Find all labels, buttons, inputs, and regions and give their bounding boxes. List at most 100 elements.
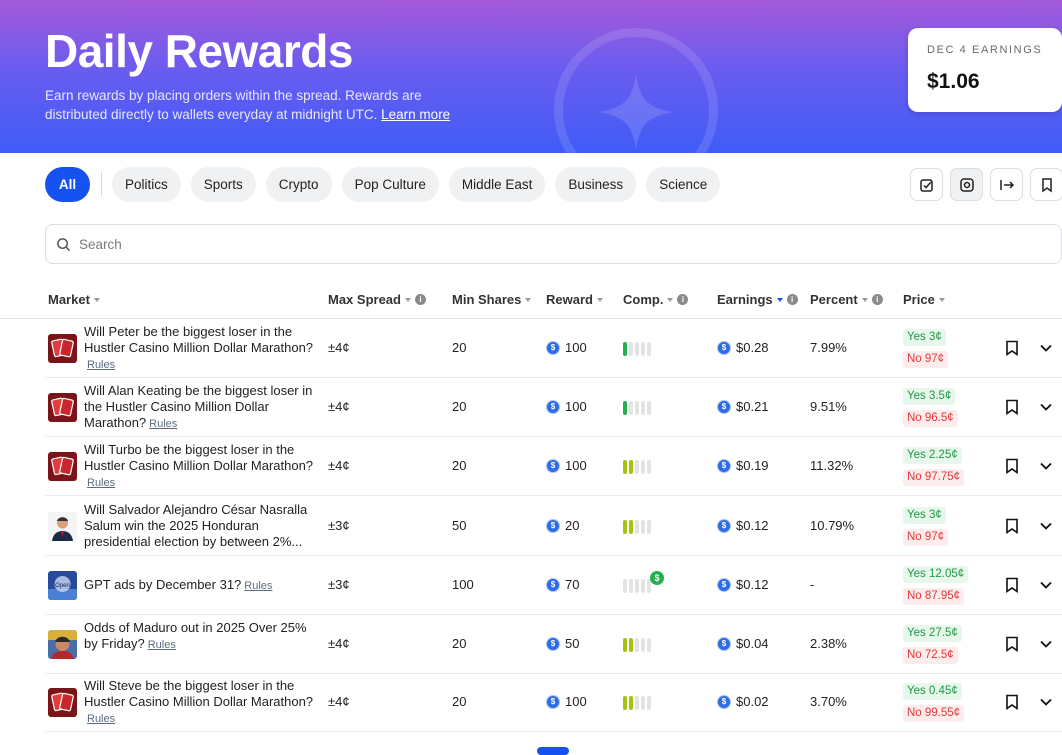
competition-bar bbox=[629, 638, 633, 652]
market-name[interactable]: Will Peter be the biggest loser in the H… bbox=[84, 324, 322, 373]
market-thumbnail[interactable] bbox=[48, 630, 77, 659]
market-name[interactable]: Will Salvador Alejandro César Nasralla S… bbox=[84, 502, 322, 551]
buy-no-button[interactable]: No 97¢ bbox=[903, 351, 949, 368]
rules-link[interactable]: Rules bbox=[149, 418, 177, 430]
rules-link[interactable]: Rules bbox=[87, 477, 115, 489]
buy-no-button[interactable]: No 99.55¢ bbox=[903, 705, 965, 722]
filter-science[interactable]: Science bbox=[646, 166, 721, 202]
market-thumbnail[interactable] bbox=[48, 512, 77, 541]
bookmark-icon[interactable] bbox=[1005, 399, 1019, 415]
market-title[interactable]: Odds of Maduro out in 2025 Over 25% by F… bbox=[84, 620, 307, 651]
filter-all[interactable]: All bbox=[45, 166, 90, 202]
chevron-down-icon[interactable] bbox=[1039, 696, 1053, 708]
bookmark-icon[interactable] bbox=[1005, 340, 1019, 356]
buy-no-button[interactable]: No 96.5¢ bbox=[903, 410, 958, 427]
col-reward-label: Reward bbox=[546, 292, 593, 307]
market-name[interactable]: Will Turbo be the biggest loser in the H… bbox=[84, 442, 322, 491]
competition-meter bbox=[623, 696, 653, 710]
filter-middle-east[interactable]: Middle East bbox=[448, 166, 546, 202]
sort-caret-icon bbox=[938, 297, 945, 302]
chevron-down-icon[interactable] bbox=[1039, 520, 1053, 532]
chevron-down-icon[interactable] bbox=[1039, 342, 1053, 354]
usdc-coin-icon: $ bbox=[546, 458, 560, 473]
pagination-current[interactable] bbox=[537, 747, 569, 755]
table-row[interactable]: Will Peter be the biggest loser in the H… bbox=[45, 319, 1062, 378]
bookmark-icon[interactable] bbox=[1005, 458, 1019, 474]
market-name[interactable]: GPT ads by December 31? Rules bbox=[84, 577, 322, 594]
market-title[interactable]: Will Turbo be the biggest loser in the H… bbox=[84, 442, 313, 473]
filter-sports[interactable]: Sports bbox=[190, 166, 256, 202]
market-thumbnail[interactable]: Open bbox=[48, 571, 77, 600]
market-title[interactable]: GPT ads by December 31? bbox=[84, 577, 241, 592]
sign-in-button[interactable] bbox=[990, 168, 1023, 201]
learn-more-link[interactable]: Learn more bbox=[381, 107, 450, 122]
usdc-coin-icon: $ bbox=[546, 340, 560, 355]
buy-yes-button[interactable]: Yes 2.25¢ bbox=[903, 447, 962, 464]
market-thumbnail[interactable] bbox=[48, 452, 77, 481]
rewarded-filter-button[interactable] bbox=[950, 168, 983, 201]
market-name[interactable]: Will Steve be the biggest loser in the H… bbox=[84, 678, 322, 727]
table-row[interactable]: Will Turbo be the biggest loser in the H… bbox=[45, 437, 1062, 496]
col-min-shares[interactable]: Min Shares bbox=[452, 292, 532, 307]
chevron-down-icon[interactable] bbox=[1039, 460, 1053, 472]
market-title[interactable]: Will Salvador Alejandro César Nasralla S… bbox=[84, 502, 307, 549]
table-row[interactable]: Will Salvador Alejandro César Nasralla S… bbox=[45, 497, 1062, 556]
usdc-coin-icon: $ bbox=[546, 577, 560, 592]
buy-yes-button[interactable]: Yes 3.5¢ bbox=[903, 388, 956, 405]
filter-politics[interactable]: Politics bbox=[112, 166, 181, 202]
filter-crypto[interactable]: Crypto bbox=[265, 166, 332, 202]
col-price[interactable]: Price bbox=[903, 292, 945, 307]
table-row[interactable]: Open GPT ads by December 31? Rules ±3¢ 100 $7… bbox=[45, 556, 1062, 615]
info-icon[interactable]: i bbox=[414, 294, 426, 305]
col-max-spread[interactable]: Max Spread i bbox=[328, 292, 426, 307]
buy-yes-button[interactable]: Yes 27.5¢ bbox=[903, 625, 962, 642]
filter-business[interactable]: Business bbox=[555, 166, 637, 202]
market-thumbnail[interactable] bbox=[48, 334, 77, 363]
chevron-down-icon[interactable] bbox=[1039, 401, 1053, 413]
buy-no-button[interactable]: No 72.5¢ bbox=[903, 647, 958, 664]
my-orders-button[interactable] bbox=[910, 168, 943, 201]
max-spread-value: ±4¢ bbox=[328, 636, 350, 651]
earnings-value: $0.04 bbox=[736, 636, 769, 651]
rules-link[interactable]: Rules bbox=[87, 713, 115, 725]
bookmarks-button[interactable] bbox=[1030, 168, 1062, 201]
buy-no-button[interactable]: No 87.95¢ bbox=[903, 588, 965, 605]
bookmark-icon[interactable] bbox=[1005, 518, 1019, 534]
buy-yes-button[interactable]: Yes 0.45¢ bbox=[903, 683, 962, 700]
bookmark-icon[interactable] bbox=[1005, 694, 1019, 710]
buy-yes-button[interactable]: Yes 3¢ bbox=[903, 507, 946, 524]
search-input[interactable] bbox=[79, 236, 979, 252]
info-icon[interactable]: i bbox=[677, 294, 689, 305]
rules-link[interactable]: Rules bbox=[244, 580, 272, 592]
market-thumbnail[interactable] bbox=[48, 688, 77, 717]
col-market[interactable]: Market bbox=[48, 292, 100, 307]
buy-yes-button[interactable]: Yes 12.05¢ bbox=[903, 566, 969, 583]
market-name[interactable]: Odds of Maduro out in 2025 Over 25% by F… bbox=[84, 620, 322, 653]
chevron-down-icon[interactable] bbox=[1039, 638, 1053, 650]
market-thumbnail[interactable] bbox=[48, 393, 77, 422]
table-row[interactable]: Odds of Maduro out in 2025 Over 25% by F… bbox=[45, 615, 1062, 674]
chevron-down-icon[interactable] bbox=[1039, 579, 1053, 591]
col-comp[interactable]: Comp. i bbox=[623, 292, 689, 307]
rules-link[interactable]: Rules bbox=[87, 359, 115, 371]
table-row[interactable]: Will Steve be the biggest loser in the H… bbox=[45, 673, 1062, 732]
col-percent[interactable]: Percent i bbox=[810, 292, 883, 307]
market-title[interactable]: Will Peter be the biggest loser in the H… bbox=[84, 324, 313, 355]
buy-no-button[interactable]: No 97.75¢ bbox=[903, 469, 965, 486]
filter-pop-culture[interactable]: Pop Culture bbox=[341, 166, 439, 202]
bookmark-icon[interactable] bbox=[1005, 577, 1019, 593]
market-name[interactable]: Will Alan Keating be the biggest loser i… bbox=[84, 383, 322, 432]
market-title[interactable]: Will Alan Keating be the biggest loser i… bbox=[84, 383, 312, 430]
buy-no-button[interactable]: No 97¢ bbox=[903, 529, 949, 546]
buy-yes-button[interactable]: Yes 3¢ bbox=[903, 329, 946, 346]
col-reward[interactable]: Reward bbox=[546, 292, 603, 307]
info-icon[interactable]: i bbox=[786, 294, 798, 305]
market-title[interactable]: Will Steve be the biggest loser in the H… bbox=[84, 678, 313, 709]
rules-link[interactable]: Rules bbox=[148, 639, 176, 651]
competition-bar bbox=[623, 579, 627, 593]
percent-value: 11.32% bbox=[810, 458, 854, 473]
table-row[interactable]: Will Alan Keating be the biggest loser i… bbox=[45, 378, 1062, 437]
bookmark-icon[interactable] bbox=[1005, 636, 1019, 652]
info-icon[interactable]: i bbox=[871, 294, 883, 305]
col-earnings[interactable]: Earnings i bbox=[717, 292, 798, 307]
